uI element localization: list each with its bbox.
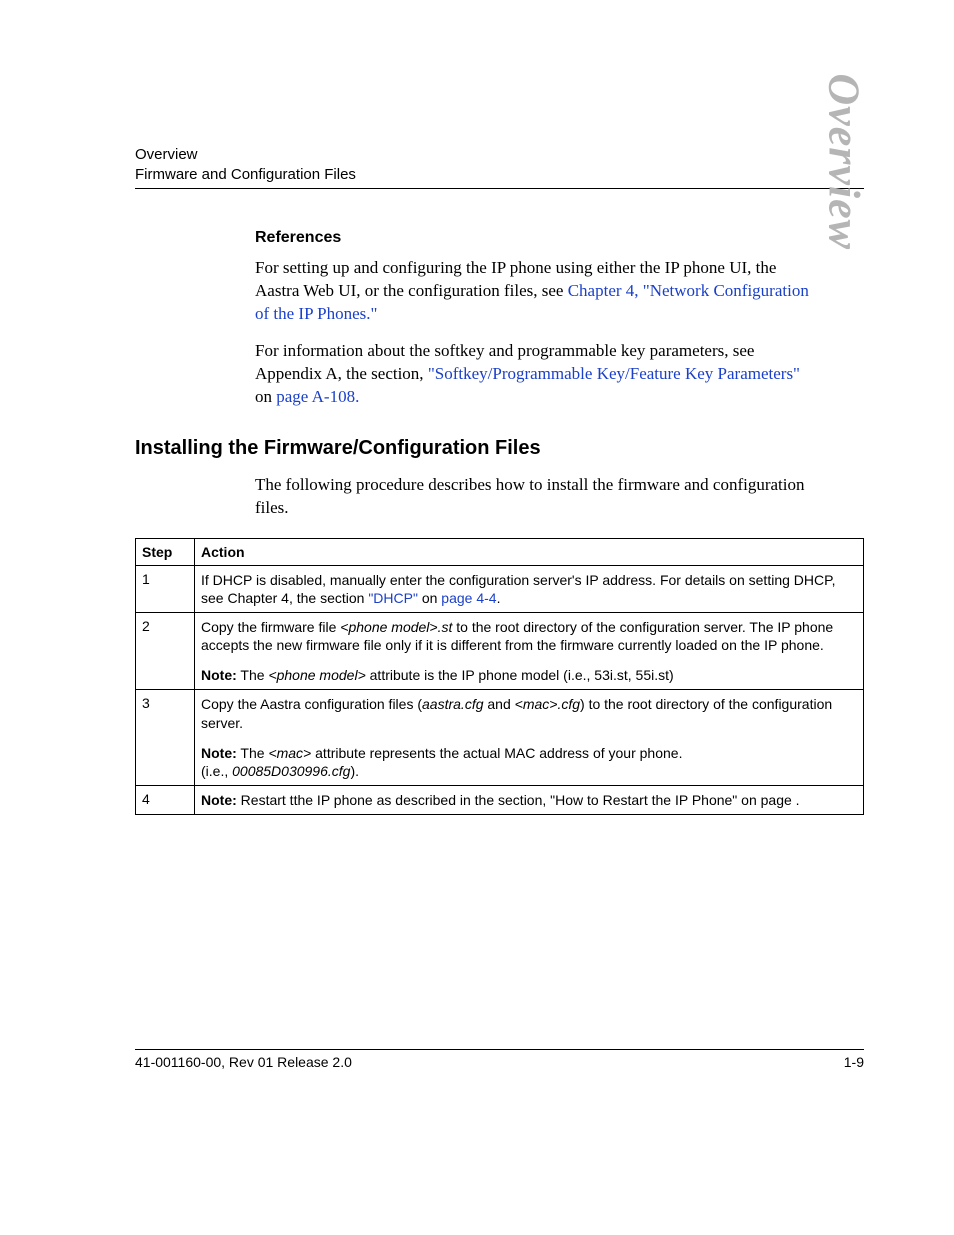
action-cell: Note: Restart tthe IP phone as described…: [195, 786, 864, 815]
text: attribute is the IP phone model (i.e., 5…: [366, 667, 674, 683]
footer-right: 1-9: [844, 1054, 864, 1070]
text: and: [484, 696, 515, 712]
page-footer: 41-001160-00, Rev 01 Release 2.0 1-9: [135, 1049, 864, 1070]
note-label: Note:: [201, 667, 237, 683]
table-row: 2 Copy the firmware file <phone model>.s…: [136, 612, 864, 690]
text: .: [497, 590, 501, 606]
text: The: [237, 667, 269, 683]
note-label: Note:: [201, 792, 237, 808]
text: Restart tthe IP phone as described in th…: [237, 792, 800, 808]
references-para-1: For setting up and configuring the IP ph…: [255, 257, 810, 326]
action-cell: Copy the firmware file <phone model>.st …: [195, 612, 864, 690]
col-action: Action: [195, 538, 864, 565]
col-step: Step: [136, 538, 195, 565]
table-row: 3 Copy the Aastra configuration files (a…: [136, 690, 864, 786]
action-cell: If DHCP is disabled, manually enter the …: [195, 565, 864, 612]
link-page-4-4[interactable]: page 4-4: [441, 590, 496, 606]
footer-rule: [135, 1049, 864, 1050]
note-label: Note:: [201, 745, 237, 761]
text: ).: [350, 763, 359, 779]
text: on: [418, 590, 441, 606]
step-cell: 3: [136, 690, 195, 786]
page: Overview Firmware and Configuration File…: [0, 0, 954, 1235]
footer-left: 41-001160-00, Rev 01 Release 2.0: [135, 1054, 352, 1070]
step-cell: 2: [136, 612, 195, 690]
text-italic: <mac>.cfg: [515, 696, 580, 712]
text: (i.e.,: [201, 763, 232, 779]
header-line-2: Firmware and Configuration Files: [135, 165, 864, 185]
link-dhcp[interactable]: "DHCP": [368, 590, 418, 606]
text-italic: 00085D030996.cfg: [232, 763, 350, 779]
header-rule: [135, 188, 864, 189]
text: If DHCP is disabled, manually enter the …: [201, 572, 836, 606]
side-tab-label: Overview: [819, 73, 870, 250]
action-cell: Copy the Aastra configuration files (aas…: [195, 690, 864, 786]
text: attribute represents the actual MAC addr…: [311, 745, 682, 761]
link-softkey-params[interactable]: "Softkey/Programmable Key/Feature Key Pa…: [428, 364, 800, 383]
text: Copy the Aastra configuration files (: [201, 696, 422, 712]
text: on: [255, 387, 276, 406]
text-italic: <mac>: [268, 745, 311, 761]
header-line-1: Overview: [135, 145, 864, 165]
step-cell: 4: [136, 786, 195, 815]
link-page-a108[interactable]: page A-108.: [276, 387, 359, 406]
table-head-row: Step Action: [136, 538, 864, 565]
install-intro: The following procedure describes how to…: [255, 474, 810, 520]
text: The: [237, 745, 269, 761]
steps-table: Step Action 1 If DHCP is disabled, manua…: [135, 538, 864, 816]
text-italic: <phone model>: [268, 667, 365, 683]
references-para-2: For information about the softkey and pr…: [255, 340, 810, 409]
text: Copy the firmware file: [201, 619, 340, 635]
install-heading: Installing the Firmware/Configuration Fi…: [135, 437, 864, 460]
table-row: 1 If DHCP is disabled, manually enter th…: [136, 565, 864, 612]
page-header: Overview Firmware and Configuration File…: [135, 145, 864, 189]
text-italic: <phone model>.st: [340, 619, 452, 635]
table-row: 4 Note: Restart tthe IP phone as describ…: [136, 786, 864, 815]
step-cell: 1: [136, 565, 195, 612]
text-italic: aastra.cfg: [422, 696, 483, 712]
references-heading: References: [255, 229, 864, 247]
